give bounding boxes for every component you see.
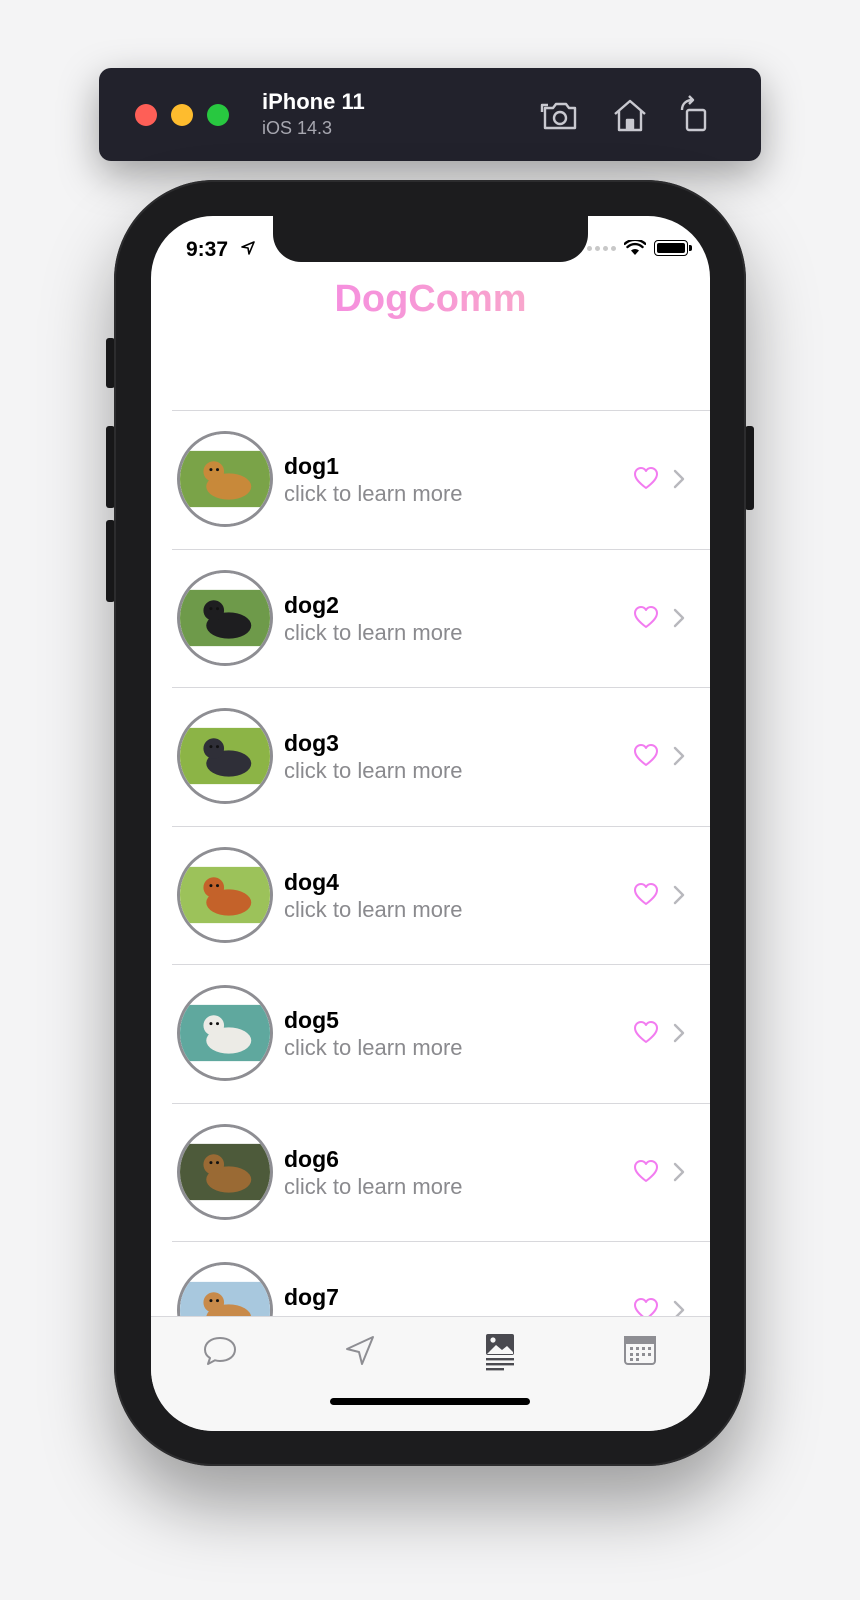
dog-avatar <box>177 985 273 1081</box>
chat-bubble-icon <box>204 1337 236 1365</box>
list-item[interactable]: dog1 click to learn more <box>172 411 710 550</box>
location-services-icon <box>241 241 255 255</box>
zoom-window-button[interactable] <box>207 104 229 126</box>
dog-name: dog7 <box>284 1284 339 1310</box>
chevron-right-icon <box>673 1162 685 1181</box>
photo-feed-icon <box>486 1334 514 1371</box>
dog-name: dog2 <box>284 591 339 618</box>
screenshot-icon[interactable] <box>539 94 581 136</box>
dog-name: dog5 <box>284 1007 339 1033</box>
list-item[interactable]: dog3 click to learn more <box>172 688 710 827</box>
simulator-toolbar: iPhone 11 iOS 14.3 <box>99 68 761 161</box>
heart-icon[interactable] <box>633 743 659 769</box>
heart-icon[interactable] <box>633 1159 659 1185</box>
chevron-right-icon <box>673 1300 685 1316</box>
dog-subtitle: click to learn more <box>284 1173 463 1199</box>
chevron-right-icon <box>673 608 685 627</box>
os-version: iOS 14.3 <box>262 118 333 138</box>
calendar-icon <box>624 1336 656 1365</box>
heart-icon[interactable] <box>633 1297 659 1316</box>
notch <box>273 216 588 262</box>
list-item[interactable]: dog4 click to learn more <box>172 827 710 965</box>
dog-avatar <box>177 1123 273 1220</box>
heart-icon[interactable] <box>633 466 659 492</box>
status-time: 9:37 <box>186 238 229 261</box>
chevron-right-icon <box>673 469 685 489</box>
power-button <box>745 426 754 510</box>
rotate-icon[interactable] <box>674 94 716 136</box>
dog-avatar <box>177 708 273 804</box>
dog-name: dog1 <box>284 453 339 479</box>
tab-photo-feed[interactable] <box>480 1331 520 1371</box>
device-name: iPhone 11 <box>262 89 365 114</box>
dog-list[interactable]: dog1 click to learn more dog2 click to lear… <box>172 410 710 1316</box>
chevron-right-icon <box>673 746 685 766</box>
close-window-button[interactable] <box>135 104 157 126</box>
tab-location[interactable] <box>340 1331 380 1371</box>
wifi-icon <box>624 240 646 255</box>
dog-photo-icon <box>180 988 270 1078</box>
list-item[interactable]: dog6 click to learn more <box>172 1104 710 1242</box>
tab-bar <box>151 1316 710 1431</box>
app-title: DogComm <box>151 278 710 321</box>
dog-photo-icon <box>180 711 270 801</box>
status-indicators <box>587 238 692 258</box>
dog-photo-icon <box>180 1265 270 1316</box>
tab-chat[interactable] <box>200 1331 240 1371</box>
list-item[interactable]: dog5 click to learn more <box>172 965 710 1104</box>
dog-subtitle: click to learn more <box>284 1035 463 1060</box>
dog-name: dog3 <box>284 730 339 756</box>
dog-photo-icon <box>180 572 270 663</box>
dog-subtitle: click to learn more <box>284 896 463 922</box>
dog-name: dog6 <box>284 1145 339 1172</box>
heart-icon[interactable] <box>633 1020 659 1046</box>
location-arrow-icon <box>346 1336 374 1365</box>
phone-screen: 9:37 DogComm dog1 click to learn more dog2… <box>151 216 710 1431</box>
chevron-right-icon <box>673 1023 685 1043</box>
dog-subtitle: click to learn more <box>284 758 463 783</box>
heart-icon[interactable] <box>633 882 659 908</box>
heart-icon[interactable] <box>633 605 659 631</box>
dog-avatar <box>177 846 273 943</box>
dog-avatar <box>177 569 273 666</box>
dog-subtitle: click to learn more <box>284 619 463 645</box>
dog-photo-icon <box>180 849 270 940</box>
home-icon[interactable] <box>609 94 651 136</box>
tab-calendar[interactable] <box>620 1331 660 1371</box>
dog-avatar <box>177 431 273 527</box>
dog-avatar <box>177 1262 273 1316</box>
list-item[interactable]: dog2 click to learn more <box>172 550 710 688</box>
list-item[interactable]: dog7click to learn more <box>172 1242 710 1316</box>
dog-subtitle: click to learn more <box>284 481 463 506</box>
battery-icon <box>654 240 692 256</box>
home-indicator <box>330 1398 530 1405</box>
cellular-signal-icon <box>587 245 616 251</box>
minimize-window-button[interactable] <box>171 104 193 126</box>
chevron-right-icon <box>673 885 685 904</box>
dog-photo-icon <box>180 434 270 524</box>
dog-photo-icon <box>180 1126 270 1217</box>
dog-name: dog4 <box>284 868 339 895</box>
